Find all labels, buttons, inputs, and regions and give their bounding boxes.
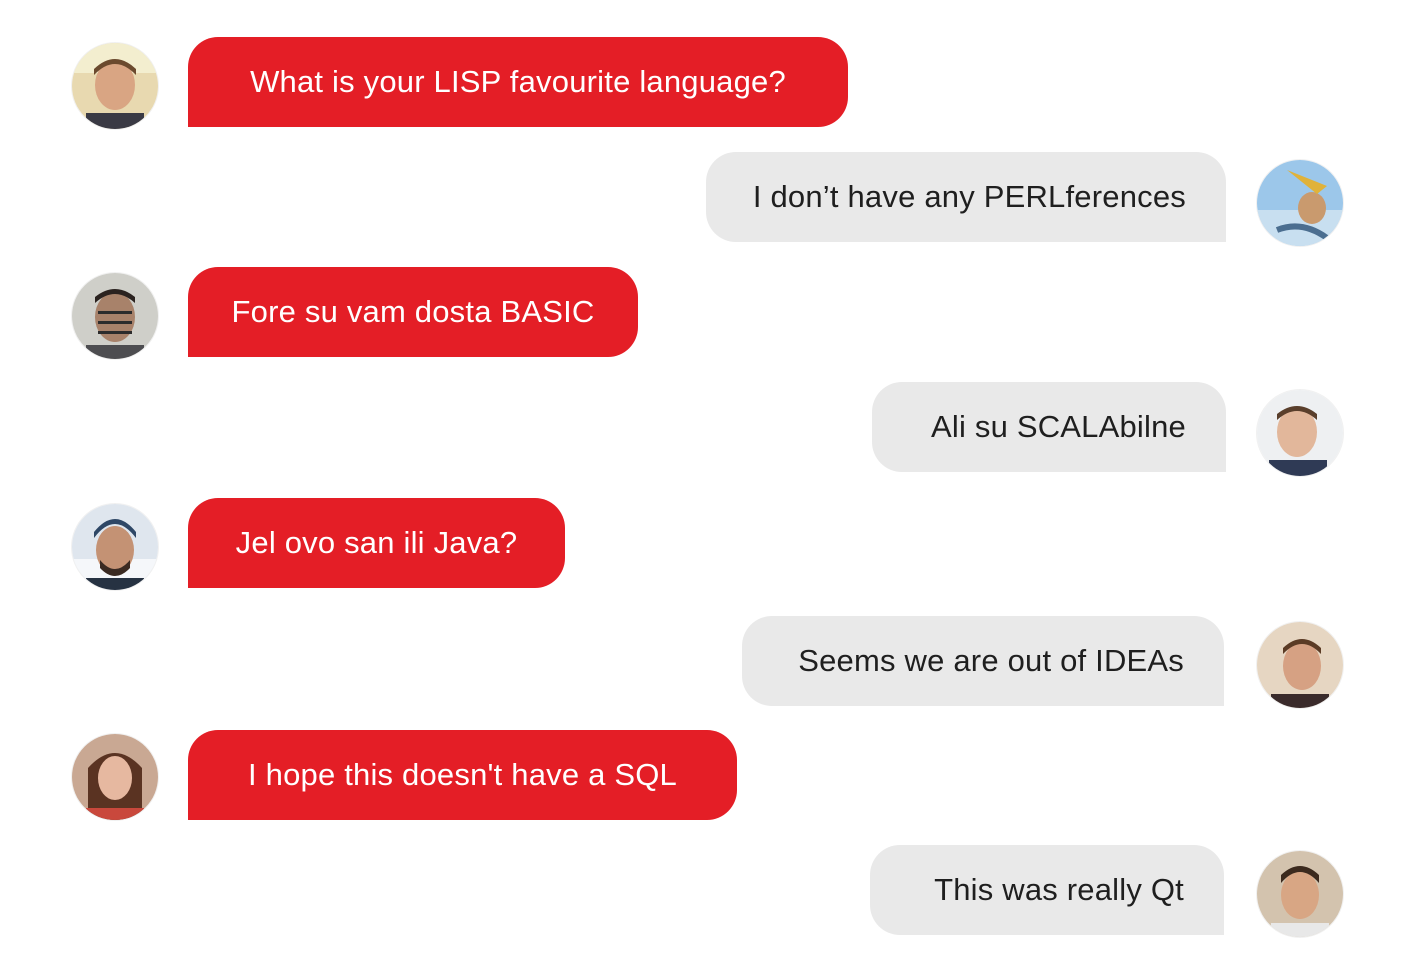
person-avatar-icon: [72, 273, 158, 359]
message-row: Jel ovo san ili Java?: [0, 498, 1410, 590]
person-avatar-icon: [72, 504, 158, 590]
message-bubble-received[interactable]: This was really Qt: [870, 845, 1224, 935]
message-text: Jel ovo san ili Java?: [235, 525, 518, 560]
message-bubble-sent[interactable]: Fore su vam dosta BASIC: [188, 267, 638, 357]
message-row: Seems we are out of IDEAs: [0, 616, 1410, 708]
message-bubble-sent[interactable]: Jel ovo san ili Java?: [188, 498, 565, 588]
message-text: I hope this doesn't have a SQL: [248, 757, 677, 792]
message-bubble-sent[interactable]: I hope this doesn't have a SQL: [188, 730, 737, 820]
message-bubble-received[interactable]: Seems we are out of IDEAs: [742, 616, 1224, 706]
avatar[interactable]: [1257, 622, 1343, 708]
message-row: I don’t have any PERLferences: [0, 152, 1410, 246]
avatar[interactable]: [1257, 390, 1343, 476]
person-avatar-icon: [1257, 160, 1343, 246]
avatar[interactable]: [72, 504, 158, 590]
person-avatar-icon: [1257, 622, 1343, 708]
message-text: What is your LISP favourite language?: [250, 64, 786, 99]
message-text: This was really Qt: [934, 872, 1184, 907]
message-row: Fore su vam dosta BASIC: [0, 267, 1410, 359]
message-text: Fore su vam dosta BASIC: [231, 294, 595, 329]
avatar[interactable]: [72, 273, 158, 359]
message-row: Ali su SCALAbilne: [0, 382, 1410, 476]
message-row: I hope this doesn't have a SQL: [0, 730, 1410, 822]
message-text: Seems we are out of IDEAs: [798, 643, 1184, 678]
person-avatar-icon: [72, 43, 158, 129]
message-row: What is your LISP favourite language?: [0, 37, 1410, 129]
avatar[interactable]: [1257, 160, 1343, 246]
avatar[interactable]: [72, 43, 158, 129]
message-text: I don’t have any PERLferences: [752, 179, 1186, 214]
person-avatar-icon: [1257, 390, 1343, 476]
person-avatar-icon: [1257, 851, 1343, 937]
message-bubble-sent[interactable]: What is your LISP favourite language?: [188, 37, 848, 127]
person-avatar-icon: [72, 734, 158, 820]
message-row: This was really Qt: [0, 845, 1410, 937]
message-bubble-received[interactable]: I don’t have any PERLferences: [706, 152, 1226, 242]
message-text: Ali su SCALAbilne: [931, 409, 1186, 444]
avatar[interactable]: [1257, 851, 1343, 937]
message-bubble-received[interactable]: Ali su SCALAbilne: [872, 382, 1226, 472]
avatar[interactable]: [72, 734, 158, 820]
